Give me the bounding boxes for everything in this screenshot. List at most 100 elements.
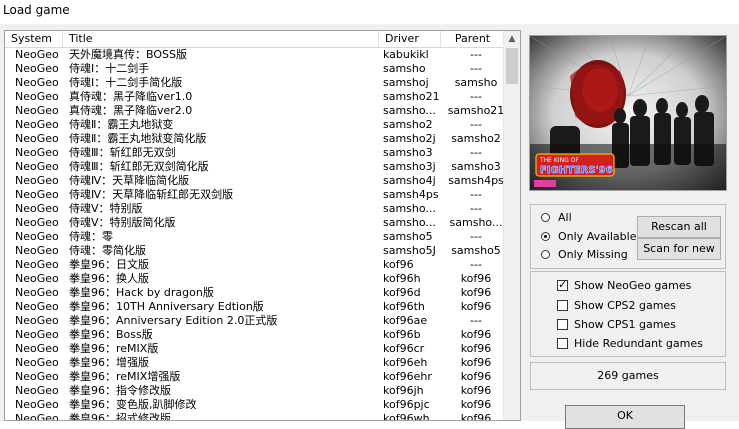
cell-title: 拳皇96：日文版 xyxy=(69,258,149,271)
cell-driver: samsho... xyxy=(383,202,436,215)
cell-parent: --- xyxy=(470,62,482,75)
table-row[interactable]: NeoGeo 天外魔境真传：BOSS版 kabukikl --- xyxy=(5,48,505,62)
cell-system: NeoGeo xyxy=(15,132,59,145)
cell-parent: kof96 xyxy=(460,300,492,313)
game-preview-image: THE KING OF FIGHTERS'96 xyxy=(529,35,727,191)
cell-title: 拳皇96：招式修改版 xyxy=(69,412,171,421)
table-row[interactable]: NeoGeo 真侍魂：黑子降临ver2.0 samsho... samsho21 xyxy=(5,104,505,118)
table-row[interactable]: NeoGeo 拳皇96：变色版,趴脚修改 kof96pjc kof96 xyxy=(5,398,505,412)
cell-parent: kof96 xyxy=(460,328,492,341)
cell-title: 真侍魂：黑子降临ver2.0 xyxy=(69,104,193,117)
vertical-scrollbar[interactable]: ▲ xyxy=(503,31,520,420)
cell-driver: samsho3j xyxy=(383,160,436,173)
cell-system: NeoGeo xyxy=(15,244,59,257)
cell-driver: samshoj xyxy=(383,76,429,89)
table-row[interactable]: NeoGeo 侍魂Ⅳ：天草降临斩红郎无双剑版 samsh4ps --- xyxy=(5,188,505,202)
column-header-title[interactable]: Title xyxy=(63,31,379,47)
table-row[interactable]: NeoGeo 拳皇96：指令修改版 kof96jh kof96 xyxy=(5,384,505,398)
column-header-parent[interactable]: Parent xyxy=(441,31,505,47)
cell-title: 拳皇96：Anniversary Edition 2.0正式版 xyxy=(69,314,278,327)
svg-text:THE KING OF: THE KING OF xyxy=(539,157,579,164)
table-row[interactable]: NeoGeo 拳皇96：Hack by dragon版 kof96d kof96 xyxy=(5,286,505,300)
cell-system: NeoGeo xyxy=(15,384,59,397)
cell-title: 拳皇96：10TH Anniversary Edtion版 xyxy=(69,300,264,313)
cell-parent: kof96 xyxy=(460,286,492,299)
cell-parent: --- xyxy=(470,48,482,61)
cell-driver: kof96ehr xyxy=(383,370,432,383)
checkbox-show-cps2-box[interactable] xyxy=(557,300,568,311)
table-row[interactable]: NeoGeo 拳皇96：reMIX版 kof96cr kof96 xyxy=(5,342,505,356)
cell-parent: samsh4ps xyxy=(448,174,504,187)
cell-driver: samsho4j xyxy=(383,174,436,187)
availability-filter-group: All Only Available Only Missing Rescan a… xyxy=(530,204,726,269)
cell-title: 拳皇96：增强版 xyxy=(69,356,149,369)
table-row[interactable]: NeoGeo 拳皇96：reMIX增强版 kof96ehr kof96 xyxy=(5,370,505,384)
column-header-system[interactable]: System xyxy=(5,31,63,47)
cell-parent: --- xyxy=(470,314,482,327)
scan-for-new-button[interactable]: Scan for new xyxy=(637,238,721,260)
table-row[interactable]: NeoGeo 侍魂Ⅲ：斩红郎无双剑 samsho3 --- xyxy=(5,146,505,160)
table-row[interactable]: NeoGeo 侍魂Ⅱ：霸王丸地狱变 samsho2 --- xyxy=(5,118,505,132)
cell-system: NeoGeo xyxy=(15,160,59,173)
table-row[interactable]: NeoGeo 侍魂Ⅲ：斩红郎无双剑简化版 samsho3j samsho3 xyxy=(5,160,505,174)
checkbox-show-cps1-box[interactable] xyxy=(557,319,568,330)
cell-system: NeoGeo xyxy=(15,328,59,341)
cell-driver: kabukikl xyxy=(383,48,429,61)
table-row[interactable]: NeoGeo 拳皇96：换人版 kof96h kof96 xyxy=(5,272,505,286)
cell-parent: samsho xyxy=(454,76,498,89)
table-row[interactable]: NeoGeo 拳皇96：Boss版 kof96b kof96 xyxy=(5,328,505,342)
radio-only-available-indicator[interactable] xyxy=(541,232,550,241)
table-row[interactable]: NeoGeo 侍魂Ⅰ：十二剑手简化版 samshoj samsho xyxy=(5,76,505,90)
cell-system: NeoGeo xyxy=(15,48,59,61)
cell-driver: samsho2j xyxy=(383,132,436,145)
column-header-driver[interactable]: Driver xyxy=(379,31,441,47)
table-row[interactable]: NeoGeo 侍魂：零简化版 samsho5J samsho5 xyxy=(5,244,505,258)
cell-title: 天外魔境真传：BOSS版 xyxy=(69,48,187,61)
radio-only-missing-label: Only Missing xyxy=(558,248,628,261)
cell-title: 侍魂Ⅳ：天草降临简化版 xyxy=(69,174,190,187)
cell-parent: --- xyxy=(470,118,482,131)
cell-title: 侍魂：零 xyxy=(69,230,113,243)
ok-button[interactable]: OK xyxy=(565,405,685,429)
table-row[interactable]: NeoGeo 拳皇96：增强版 kof96eh kof96 xyxy=(5,356,505,370)
cell-driver: samsho... xyxy=(383,104,436,117)
checkbox-show-cps2-label: Show CPS2 games xyxy=(574,299,676,312)
cell-system: NeoGeo xyxy=(15,90,59,103)
table-row[interactable]: NeoGeo 拳皇96：日文版 kof96 --- xyxy=(5,258,505,272)
cell-system: NeoGeo xyxy=(15,272,59,285)
cell-title: 拳皇96：变色版,趴脚修改 xyxy=(69,398,197,411)
table-row[interactable]: NeoGeo 侍魂Ⅴ：特别版 samsho... --- xyxy=(5,202,505,216)
checkbox-hide-redundant-label: Hide Redundant games xyxy=(574,337,703,350)
cell-driver: kof96eh xyxy=(383,356,428,369)
checkbox-hide-redundant-box[interactable] xyxy=(557,338,568,349)
rescan-all-button[interactable]: Rescan all xyxy=(637,216,721,238)
cell-driver: kof96ae xyxy=(383,314,428,327)
list-rows: NeoGeo 天外魔境真传：BOSS版 kabukikl --- NeoGeo 侍魂Ⅰ：十… xyxy=(5,48,505,421)
table-row[interactable]: NeoGeo 侍魂：零 samsho5 --- xyxy=(5,230,505,244)
cell-parent: --- xyxy=(470,202,482,215)
table-row[interactable]: NeoGeo 拳皇96：招式修改版 kof96wh kof96 xyxy=(5,412,505,421)
cell-parent: samsho3 xyxy=(451,160,501,173)
cell-parent: kof96 xyxy=(460,342,492,355)
game-list[interactable]: System Title Driver Parent NeoGeo 天外魔境真传：… xyxy=(4,30,521,421)
cell-title: 侍魂Ⅰ：十二剑手 xyxy=(69,62,150,75)
radio-only-available-label: Only Available xyxy=(558,230,637,243)
checkbox-show-neogeo-box[interactable] xyxy=(557,278,568,292)
scroll-up-arrow-icon[interactable]: ▲ xyxy=(504,31,520,47)
table-row[interactable]: NeoGeo 侍魂Ⅱ：霸王丸地狱变简化版 samsho2j samsho2 xyxy=(5,132,505,146)
table-row[interactable]: NeoGeo 侍魂Ⅴ：特别版简化版 samsho... samsho... xyxy=(5,216,505,230)
cell-system: NeoGeo xyxy=(15,76,59,89)
table-row[interactable]: NeoGeo 拳皇96：10TH Anniversary Edtion版 kof96… xyxy=(5,300,505,314)
table-row[interactable]: NeoGeo 侍魂Ⅳ：天草降临简化版 samsho4j samsh4ps xyxy=(5,174,505,188)
cell-system: NeoGeo xyxy=(15,104,59,117)
scroll-thumb[interactable] xyxy=(506,48,518,84)
table-row[interactable]: NeoGeo 拳皇96：Anniversary Edition 2.0正式版 kof… xyxy=(5,314,505,328)
cell-driver: samsho xyxy=(383,62,426,75)
cell-title: 侍魂Ⅲ：斩红郎无双剑简化版 xyxy=(69,160,209,173)
cell-title: 拳皇96：换人版 xyxy=(69,272,149,285)
radio-only-missing-indicator[interactable] xyxy=(541,250,550,259)
cell-title: 拳皇96：Boss版 xyxy=(69,328,153,341)
radio-all-indicator[interactable] xyxy=(541,213,550,222)
table-row[interactable]: NeoGeo 真侍魂：黑子降临ver1.0 samsho21 --- xyxy=(5,90,505,104)
table-row[interactable]: NeoGeo 侍魂Ⅰ：十二剑手 samsho --- xyxy=(5,62,505,76)
